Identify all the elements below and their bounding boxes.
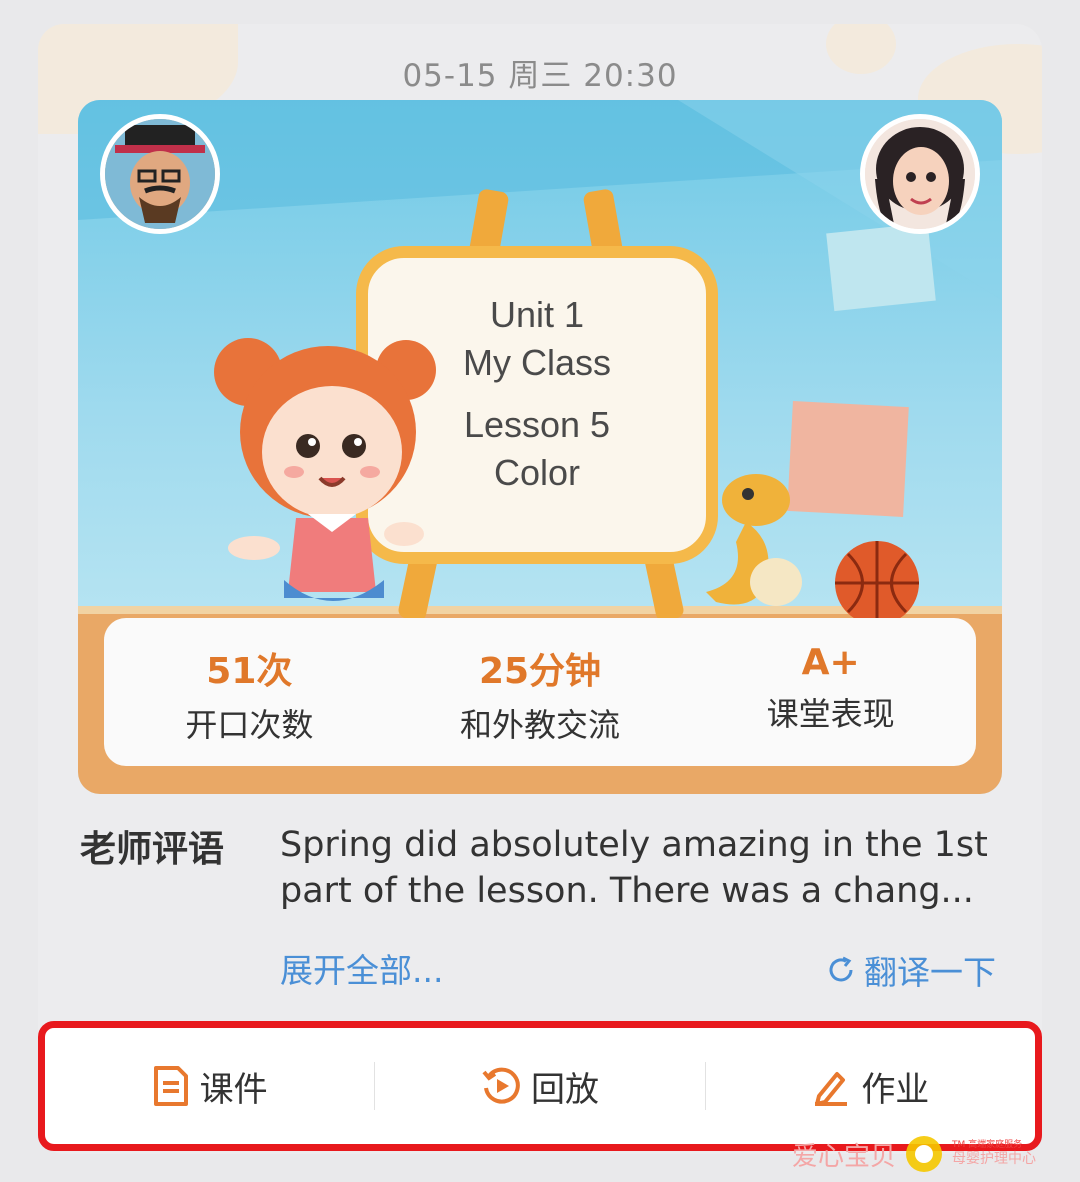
courseware-label: 课件 bbox=[199, 1069, 268, 1110]
replay-button[interactable]: 回放 bbox=[375, 1028, 704, 1144]
teacher-comment: Spring did absolutely amazing in the 1st… bbox=[280, 825, 988, 911]
stat-label: 和外教交流 bbox=[460, 706, 621, 744]
stat-value: A+ bbox=[801, 642, 860, 683]
stat-label: 课堂表现 bbox=[766, 695, 895, 733]
stat-value: 25分钟 bbox=[478, 651, 602, 692]
stat-speaking-count: 51次 开口次数 bbox=[104, 618, 395, 766]
stat-value: 51次 bbox=[206, 651, 293, 692]
lesson-banner[interactable]: Unit 1 My Class Lesson 5 Color 51次 开口次数 … bbox=[78, 100, 1002, 794]
lesson-card: 05-15 周三 20:30 Unit 1 My Class Lesson 5 … bbox=[38, 24, 1042, 1154]
girl-illustration bbox=[214, 338, 436, 601]
comment-label: 老师评语 bbox=[80, 829, 225, 870]
lesson-stats: 51次 开口次数 25分钟 和外教交流 A+ 课堂表现 bbox=[104, 618, 976, 766]
stat-label: 开口次数 bbox=[185, 706, 314, 744]
sticky-note-blue bbox=[826, 222, 936, 312]
sun-logo-icon bbox=[906, 1136, 943, 1172]
student-avatar[interactable] bbox=[860, 114, 980, 234]
homework-button[interactable]: 作业 bbox=[706, 1028, 1035, 1144]
expand-comment-link[interactable]: 展开全部... bbox=[280, 944, 443, 992]
replay-label: 回放 bbox=[530, 1069, 599, 1110]
watermark-sub: 母婴护理中心 bbox=[952, 1151, 1037, 1167]
stat-performance: A+ 课堂表现 bbox=[685, 618, 976, 766]
watermark-tagline: TM 高端家庭服务 bbox=[952, 1140, 1023, 1151]
lesson-timestamp: 05-15 周三 20:30 bbox=[402, 58, 678, 94]
dinosaur-toy bbox=[706, 474, 802, 606]
student-face-icon bbox=[865, 119, 975, 229]
refresh-icon bbox=[829, 956, 853, 982]
document-icon bbox=[153, 1066, 188, 1106]
watermark-brand: 爱心宝贝 bbox=[792, 1141, 897, 1172]
translate-button[interactable]: 翻译一下 bbox=[826, 946, 996, 994]
replay-icon bbox=[482, 1067, 520, 1104]
teacher-avatar[interactable] bbox=[100, 114, 220, 234]
basketball bbox=[835, 541, 919, 625]
courseware-button[interactable]: 课件 bbox=[45, 1028, 374, 1144]
watermark: 爱心宝贝 TM 高端家庭服务 母婴护理中心 bbox=[792, 1132, 1036, 1176]
stat-talk-time: 25分钟 和外教交流 bbox=[395, 618, 686, 766]
translate-label: 翻译一下 bbox=[864, 953, 996, 992]
teacher-face-icon bbox=[105, 119, 215, 229]
pencil-icon bbox=[815, 1072, 848, 1106]
homework-label: 作业 bbox=[861, 1069, 930, 1110]
